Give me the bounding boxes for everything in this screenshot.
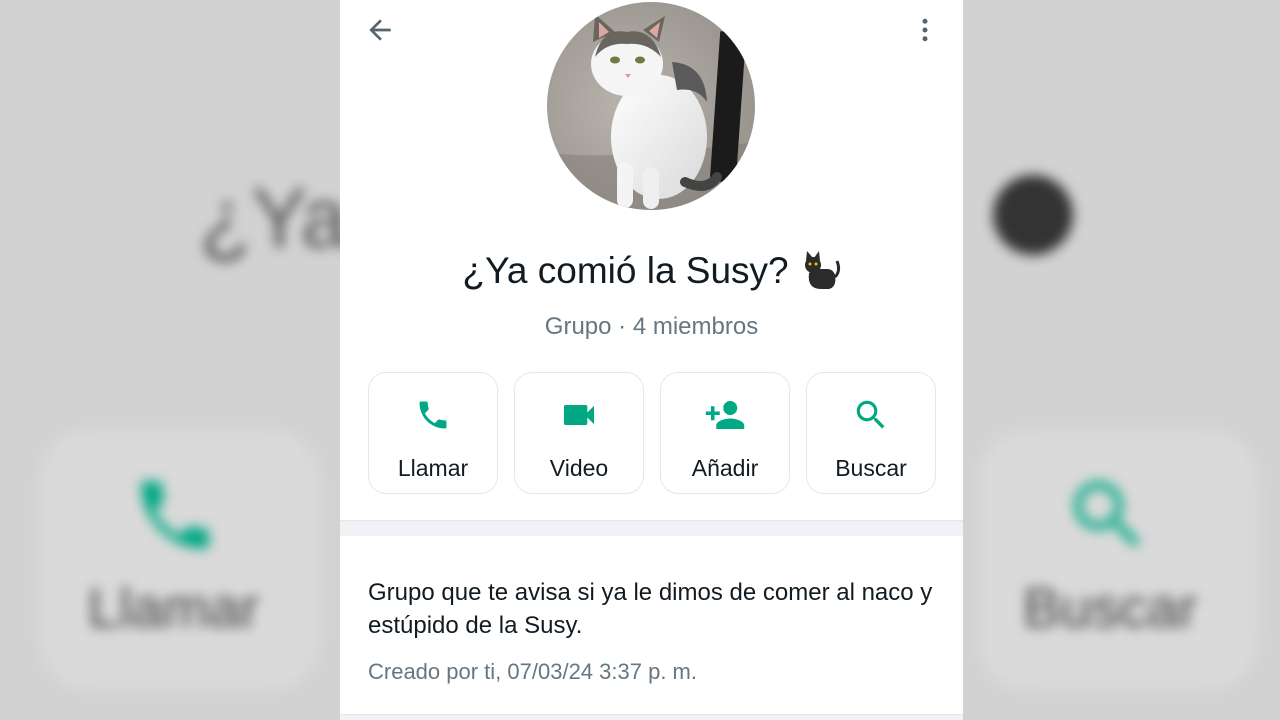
search-button[interactable]: Buscar — [806, 372, 936, 494]
group-description[interactable]: Grupo que te avisa si ya le dimos de com… — [368, 576, 938, 642]
black-cat-emoji — [804, 251, 840, 289]
group-title: ¿Ya comió la Susy? — [340, 250, 963, 292]
add-participant-button[interactable]: Añadir — [660, 372, 790, 494]
created-info: Creado por ti, 07/03/24 3:37 p. m. — [368, 659, 697, 684]
call-button-label: Llamar — [397, 455, 469, 481]
video-icon — [559, 395, 599, 435]
blurred-label: Buscar — [1023, 576, 1198, 639]
blurred-background-right: Buscar — [963, 0, 1280, 720]
search-button-label: Buscar — [835, 455, 907, 481]
phone-icon — [415, 395, 451, 435]
blurred-title-fragment: ¿Ya — [200, 171, 340, 265]
blurred-search-icon — [1063, 470, 1153, 565]
video-button-label: Video — [549, 455, 609, 481]
blurred-label: Llamar — [88, 576, 260, 639]
call-button[interactable]: Llamar — [368, 372, 498, 494]
group-subtitle: Grupo · 4 miembros — [544, 313, 759, 340]
more-options-button[interactable] — [903, 8, 947, 52]
cat-photo — [547, 2, 755, 210]
search-icon — [852, 395, 890, 435]
blurred-background-left: ¿Ya Llamar — [0, 0, 340, 720]
action-buttons: Llamar Video Añadir Buscar — [368, 372, 936, 494]
section-divider-bottom — [340, 714, 963, 720]
add-person-icon — [704, 395, 746, 435]
blurred-cat-emoji — [993, 175, 1073, 255]
group-title-text: ¿Ya comió la Susy? — [462, 250, 789, 291]
arrow-left-icon — [369, 19, 391, 41]
section-divider — [340, 520, 963, 536]
group-avatar[interactable] — [547, 2, 755, 210]
add-button-label: Añadir — [691, 455, 759, 481]
back-button[interactable] — [358, 8, 402, 52]
group-info-screen: ¿Ya comió la Susy? Grupo · 4 miembros Ll… — [340, 0, 963, 720]
video-call-button[interactable]: Video — [514, 372, 644, 494]
blurred-phone-icon — [130, 470, 220, 565]
more-vertical-icon — [922, 18, 928, 42]
